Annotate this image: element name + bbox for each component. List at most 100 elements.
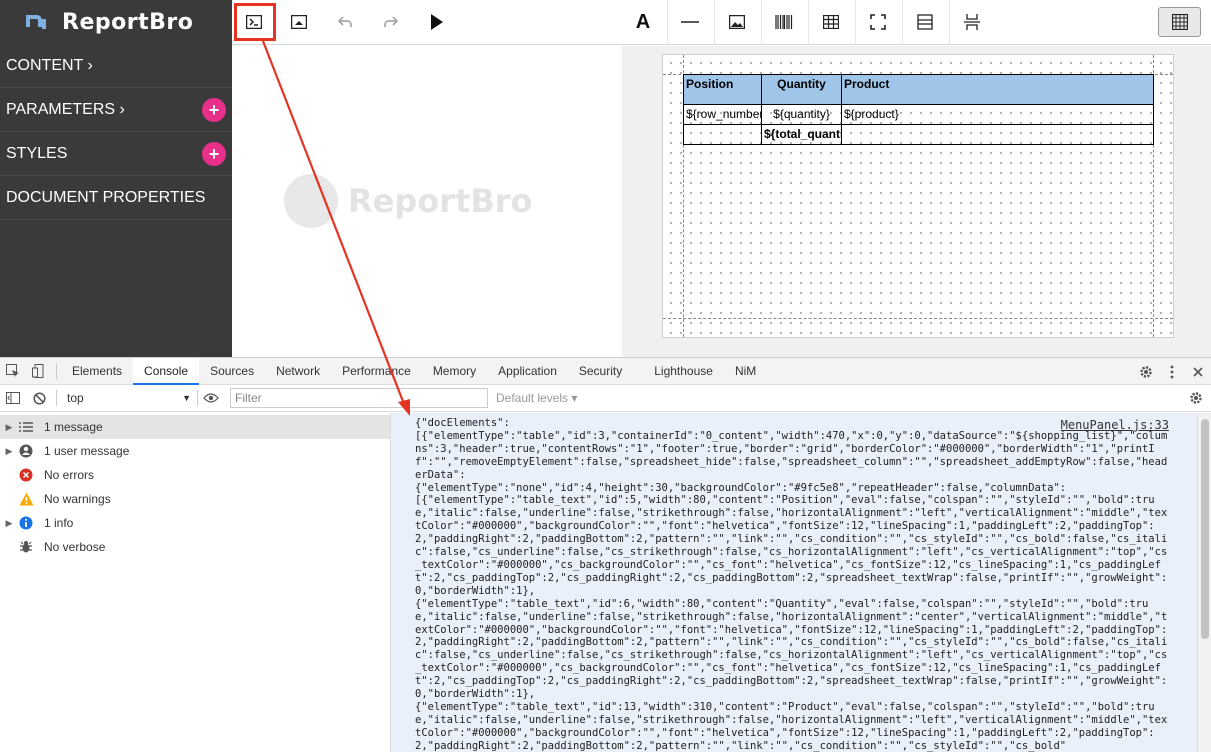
gear-icon	[1190, 392, 1202, 404]
table-footer-row[interactable]: ${total_quantity}	[683, 125, 1154, 145]
undo-icon	[337, 16, 352, 27]
page-break-element-button[interactable]	[950, 0, 994, 44]
log-levels-dropdown[interactable]: Default levels ▾	[496, 391, 577, 405]
table-header-row[interactable]: Position Quantity Product	[683, 74, 1154, 105]
table-cell[interactable]: ${row_number}	[683, 105, 762, 125]
tab-nim[interactable]: NiM	[724, 358, 767, 385]
logo: ReportBro	[0, 0, 232, 44]
sidebar-item-styles[interactable]: STYLES +	[0, 132, 232, 176]
text-icon: A	[635, 10, 651, 33]
close-devtools-button[interactable]	[1185, 359, 1211, 385]
grid-icon	[1171, 14, 1188, 30]
sidebar-item-content[interactable]: CONTENT ›	[0, 44, 232, 88]
error-icon	[18, 467, 34, 483]
table-content-row[interactable]: ${row_number} ${quantity} ${product}	[683, 105, 1154, 125]
tab-security[interactable]: Security	[568, 358, 633, 385]
toggle-sidebar-button[interactable]	[0, 385, 26, 411]
redo-button[interactable]	[369, 0, 413, 44]
console-log: MenuPanel.js:33 {"docElements": [{"eleme…	[391, 413, 1211, 752]
document-canvas: Position Quantity Product ${row_number} …	[622, 46, 1211, 357]
log-source-link[interactable]: MenuPanel.js:33	[1061, 418, 1169, 432]
sidebar-item-user-messages[interactable]: ▶ 1 user message	[0, 439, 390, 463]
toolbar: A	[232, 0, 1211, 45]
sidebar-item-info[interactable]: ▶ 1 info	[0, 511, 390, 535]
table-element-button[interactable]	[809, 0, 853, 44]
frame-element-button[interactable]	[856, 0, 900, 44]
tab-lighthouse[interactable]: Lighthouse	[643, 358, 724, 385]
device-toggle-button[interactable]	[26, 358, 52, 384]
sidebar-item-label: 1 info	[44, 516, 74, 530]
scroll-thumb[interactable]	[1201, 419, 1209, 639]
section-element-button[interactable]	[903, 0, 947, 44]
preview-button[interactable]	[277, 0, 321, 44]
info-icon	[18, 515, 34, 531]
live-expression-button[interactable]	[198, 385, 224, 411]
sidebar: ReportBro CONTENT › PARAMETERS › + STYLE…	[0, 0, 232, 357]
undo-button[interactable]	[323, 0, 367, 44]
devtools-tab-bar: Elements Console Sources Network Perform…	[0, 357, 1211, 385]
sidebar-item-document-properties[interactable]: DOCUMENT PROPERTIES	[0, 176, 232, 220]
log-message-text[interactable]: {"docElements": [{"elementType":"table",…	[415, 417, 1171, 752]
document-page[interactable]: Position Quantity Product ${row_number} …	[662, 54, 1174, 338]
sidebar-item-parameters[interactable]: PARAMETERS › +	[0, 88, 232, 132]
table-icon	[823, 15, 839, 29]
run-button[interactable]	[415, 0, 459, 44]
grid-toggle-button[interactable]	[1158, 7, 1201, 37]
console-button[interactable]	[232, 0, 276, 44]
tab-elements[interactable]: Elements	[61, 358, 133, 385]
tab-application[interactable]: Application	[487, 358, 568, 385]
line-element-button[interactable]	[668, 0, 712, 44]
table-cell[interactable]	[683, 125, 762, 145]
expand-arrow-icon: ▶	[5, 421, 13, 432]
clear-console-button[interactable]	[26, 385, 52, 411]
device-icon	[32, 364, 44, 378]
table-cell[interactable]: Quantity	[762, 74, 842, 105]
watermark-logo-icon	[284, 174, 338, 228]
sidebar-item-label: DOCUMENT PROPERTIES	[6, 188, 206, 206]
sidebar-item-errors[interactable]: No errors	[0, 463, 390, 487]
barcode-icon	[775, 15, 793, 29]
section-icon	[917, 14, 933, 30]
devtools-panel: Elements Console Sources Network Perform…	[0, 357, 1211, 752]
barcode-element-button[interactable]	[762, 0, 806, 44]
sidebar-item-verbose[interactable]: No verbose	[0, 535, 390, 559]
table-cell[interactable]: ${total_quantity}	[762, 125, 842, 145]
sidebar-item-warnings[interactable]: No warnings	[0, 487, 390, 511]
console-icon	[246, 15, 262, 29]
gear-icon	[1140, 365, 1152, 378]
add-style-button[interactable]: +	[202, 141, 226, 166]
tab-console[interactable]: Console	[133, 357, 200, 385]
text-element-button[interactable]: A	[621, 0, 665, 44]
tab-sources[interactable]: Sources	[199, 358, 265, 385]
watermark: ReportBro	[284, 174, 532, 228]
settings-button[interactable]	[1133, 359, 1159, 385]
context-value: top	[67, 391, 84, 405]
table-cell[interactable]: Position	[683, 74, 762, 105]
image-element-button[interactable]	[715, 0, 759, 44]
devtools-divider	[56, 363, 57, 379]
add-parameter-button[interactable]: +	[202, 97, 226, 122]
table-cell[interactable]: Product	[842, 74, 1154, 105]
sidebar-item-messages[interactable]: ▶ 1 message	[0, 415, 390, 439]
context-select[interactable]: top ▼	[61, 388, 197, 408]
report-table[interactable]: Position Quantity Product ${row_number} …	[683, 74, 1154, 145]
table-cell[interactable]	[842, 125, 1154, 145]
user-icon	[18, 443, 34, 459]
tab-memory[interactable]: Memory	[422, 358, 487, 385]
console-scrollbar[interactable]	[1197, 413, 1211, 752]
detail-panel: ReportBro	[232, 46, 622, 357]
tab-network[interactable]: Network	[265, 358, 331, 385]
logo-icon	[26, 15, 46, 29]
tab-performance[interactable]: Performance	[331, 358, 422, 385]
filter-input[interactable]	[230, 388, 488, 408]
table-cell[interactable]: ${product}	[842, 105, 1154, 125]
inspect-element-button[interactable]	[0, 358, 26, 384]
watermark-text: ReportBro	[348, 182, 533, 220]
preview-icon	[291, 15, 307, 29]
console-settings-button[interactable]	[1183, 385, 1209, 411]
app-name: ReportBro	[62, 9, 194, 35]
console-toolbar: top ▼ Default levels ▾	[0, 385, 1211, 412]
warning-icon	[18, 491, 34, 507]
table-cell[interactable]: ${quantity}	[762, 105, 842, 125]
more-options-button[interactable]	[1159, 359, 1185, 385]
